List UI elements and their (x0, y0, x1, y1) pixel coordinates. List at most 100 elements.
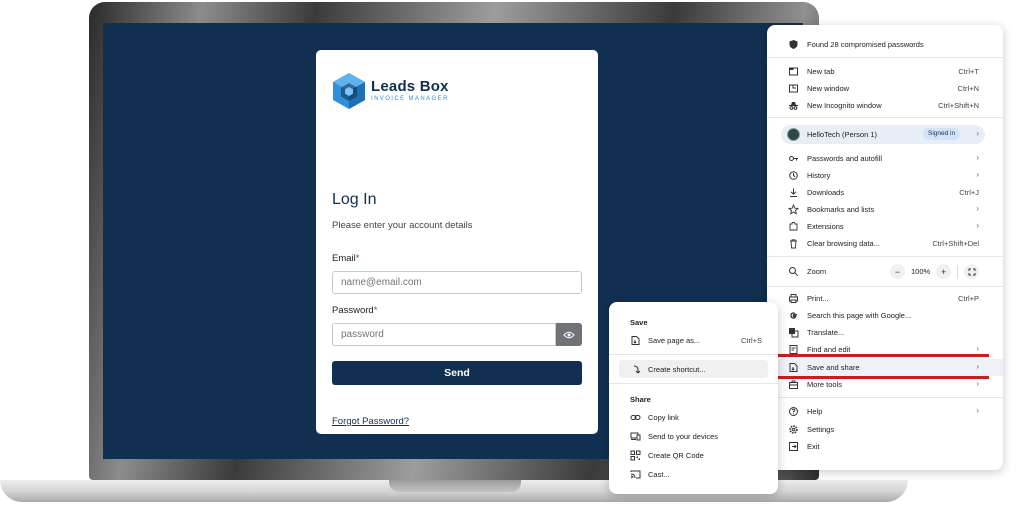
print-item[interactable]: Print... Ctrl+P (767, 290, 1003, 307)
translate-item[interactable]: Translate... (767, 324, 1003, 341)
translate-label: Translate... (807, 328, 845, 337)
new-tab-label: New tab (807, 67, 835, 76)
chevron-right-icon: › (976, 406, 979, 415)
create-shortcut-item[interactable]: Create shortcut... (609, 361, 778, 378)
copy-link-label: Copy link (648, 413, 679, 422)
divider (767, 286, 1003, 287)
history-icon (789, 171, 798, 180)
help-item[interactable]: Help › (767, 403, 1003, 420)
divider (767, 57, 1003, 58)
passwords-label: Passwords and autofill (807, 154, 883, 163)
help-label: Help (807, 407, 823, 416)
passwords-item[interactable]: Passwords and autofill › (767, 150, 1003, 167)
send-devices-item[interactable]: Send to your devices (609, 428, 778, 445)
extensions-item[interactable]: Extensions › (767, 218, 1003, 235)
password-label: Password* (332, 305, 377, 316)
eye-icon (563, 331, 575, 338)
search-google-item[interactable]: Search this page with Google... (767, 307, 1003, 324)
help-icon (789, 407, 798, 416)
cast-item[interactable]: Cast... (609, 466, 778, 483)
chevron-right-icon: › (976, 221, 979, 230)
fullscreen-button[interactable] (964, 264, 980, 279)
google-icon (790, 312, 797, 319)
required-marker: * (355, 253, 360, 264)
email-label: Email* (332, 253, 359, 264)
email-label-text: Email (332, 253, 356, 264)
password-label-text: Password (332, 305, 374, 316)
show-password-button[interactable] (556, 323, 582, 346)
history-label: History (807, 171, 831, 180)
send-devices-label: Send to your devices (648, 432, 719, 441)
save-page-item[interactable]: Save page as... Ctrl+S (609, 332, 778, 349)
clear-data-shortcut: Ctrl+Shift+Del (932, 239, 979, 248)
zoom-out-button[interactable]: − (890, 264, 905, 279)
chevron-right-icon: › (976, 362, 979, 371)
translate-icon (789, 328, 799, 338)
link-icon (630, 415, 641, 420)
divider (609, 354, 778, 355)
create-shortcut-label: Create shortcut... (648, 365, 706, 374)
new-tab-item[interactable]: New tab Ctrl+T (767, 63, 1003, 80)
forgot-password-link[interactable]: Forgot Password? (332, 416, 409, 427)
copy-link-item[interactable]: Copy link (609, 409, 778, 426)
incognito-shortcut: Ctrl+Shift+N (938, 101, 979, 110)
download-icon (790, 188, 797, 197)
page-title: Log In (332, 191, 377, 208)
new-window-icon (789, 84, 798, 93)
password-field[interactable] (332, 323, 556, 346)
print-shortcut: Ctrl+P (957, 294, 979, 303)
required-marker: * (373, 305, 378, 316)
zoom-label: Zoom (807, 267, 827, 276)
avatar (787, 128, 800, 141)
laptop-notch (389, 480, 521, 492)
new-window-shortcut: Ctrl+N (957, 84, 979, 93)
signed-in-badge: Signed in (923, 128, 961, 140)
devices-icon (630, 432, 641, 441)
save-page-label: Save page as... (648, 336, 701, 345)
downloads-shortcut: Ctrl+J (959, 188, 979, 197)
email-field[interactable] (332, 271, 582, 294)
chevron-right-icon: › (976, 170, 979, 179)
qr-code-item[interactable]: Create QR Code (609, 447, 778, 464)
printer-icon (789, 294, 798, 303)
share-heading: Share (630, 395, 651, 404)
exit-item[interactable]: Exit (767, 438, 1003, 455)
chevron-right-icon: › (976, 129, 979, 138)
new-window-label: New window (807, 84, 850, 93)
save-share-label: Save and share (807, 363, 860, 372)
compromised-passwords-item[interactable]: Found 28 compromised passwords (767, 36, 1003, 53)
compromised-passwords-label: Found 28 compromised passwords (807, 40, 924, 49)
shield-icon (789, 40, 798, 49)
extensions-label: Extensions (807, 222, 844, 231)
login-card: Leads Box INVOICE MANAGER Log In Please … (316, 50, 598, 451)
incognito-item[interactable]: New Incognito window Ctrl+Shift+N (767, 97, 1003, 114)
chevron-right-icon: › (976, 153, 979, 162)
zoom-in-button[interactable]: + (936, 264, 952, 279)
save-share-submenu: Save Save page as... Ctrl+S Create short… (609, 302, 778, 494)
exit-icon (789, 442, 798, 451)
chevron-right-icon: › (976, 379, 979, 388)
downloads-label: Downloads (807, 188, 845, 197)
profile-item[interactable]: HelloTech (Person 1) Signed in › (781, 125, 985, 144)
downloads-item[interactable]: Downloads Ctrl+J (767, 184, 1003, 201)
clear-data-item[interactable]: Clear browsing data... Ctrl+Shift+Del (767, 235, 1003, 252)
settings-item[interactable]: Settings (767, 421, 1003, 438)
zoom-controls: − 100% + (890, 264, 980, 279)
cast-label: Cast... (648, 470, 670, 479)
star-icon (788, 204, 799, 215)
subscribe-link[interactable]: Subscribe now! (332, 440, 397, 451)
new-tab-shortcut: Ctrl+T (958, 67, 979, 76)
fullscreen-icon (968, 268, 976, 275)
print-label: Print... (807, 294, 829, 303)
zoom-value: 100% (911, 267, 931, 276)
send-button[interactable]: Send (332, 361, 582, 385)
chevron-right-icon: › (976, 204, 979, 213)
new-window-item[interactable]: New window Ctrl+N (767, 80, 1003, 97)
history-item[interactable]: History › (767, 167, 1003, 184)
new-tab-icon (789, 67, 798, 76)
save-share-item[interactable]: Save and share › (767, 359, 1003, 376)
incognito-icon (789, 102, 798, 110)
bookmarks-item[interactable]: Bookmarks and lists › (767, 201, 1003, 218)
clear-data-label: Clear browsing data... (807, 239, 880, 248)
page-subtitle: Please enter your account details (332, 220, 473, 231)
